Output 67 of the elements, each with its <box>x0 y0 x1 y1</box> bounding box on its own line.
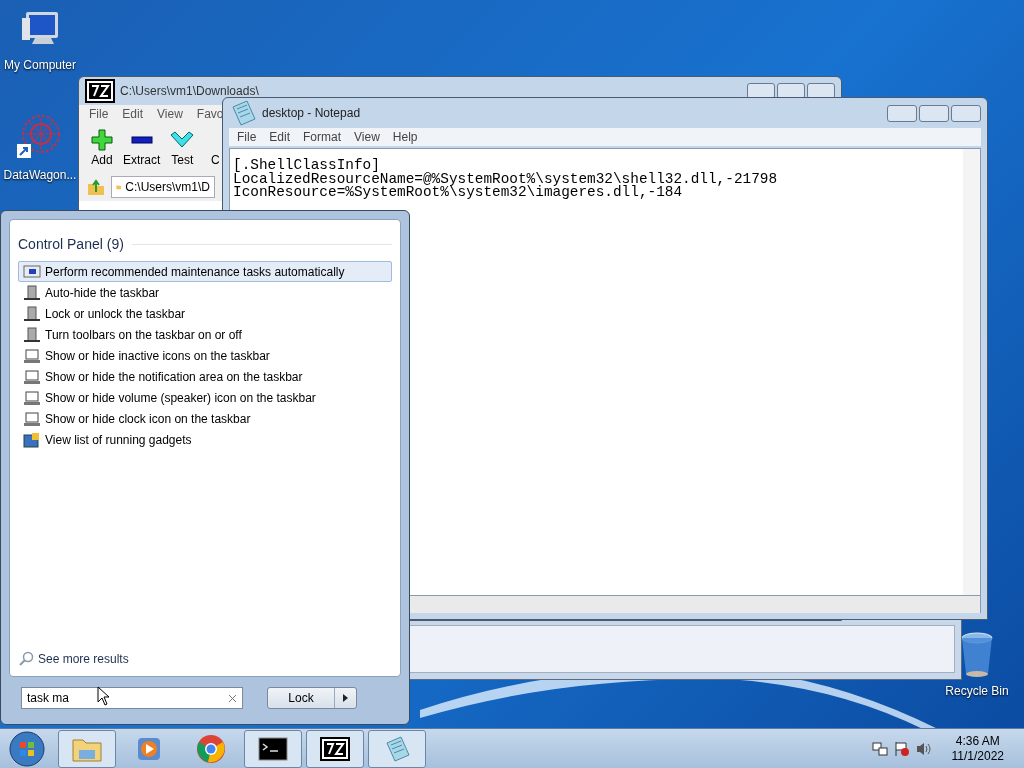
text-line: IconResource=%SystemRoot%\system32\imageres.dll,-184 <box>233 186 683 200</box>
terminal-icon <box>258 736 288 761</box>
search-result[interactable]: Show or hide the notification area on the taskbar <box>18 366 392 387</box>
window-title: C:\Users\vm1\Downloads\ <box>120 83 259 100</box>
vertical-scrollbar[interactable] <box>963 149 980 595</box>
browser-icon <box>196 733 226 764</box>
tower-icon <box>23 305 41 322</box>
search-result[interactable]: Turn toolbars on the taskbar on or off <box>18 324 392 345</box>
toolbar-button[interactable]: Extract <box>123 129 161 173</box>
taskbar-button[interactable] <box>306 729 364 768</box>
gadgets-icon <box>23 431 41 448</box>
clear-icon[interactable] <box>228 693 237 703</box>
clock-date[interactable]: 11/1/2022 <box>951 748 1004 764</box>
laptop-icon <box>23 368 41 385</box>
search-result[interactable]: Lock or unlock the taskbar <box>18 303 392 324</box>
speaker-icon[interactable] <box>915 740 932 757</box>
address-field[interactable]: C:\Users\vm1\D <box>111 176 215 198</box>
toolbar-button[interactable]: Add <box>91 129 113 173</box>
search-result[interactable]: Perform recommended maintenance tasks automatically <box>18 261 392 282</box>
search-result[interactable]: Show or hide volume (speaker) icon on the taskbar <box>18 387 392 408</box>
menu-item[interactable]: File <box>237 128 257 146</box>
see-more-link[interactable]: See more results <box>38 650 129 668</box>
desktop-icon-label[interactable]: My Computer <box>4 56 76 74</box>
search-icon <box>18 651 34 667</box>
tower-icon <box>23 284 41 301</box>
search-result[interactable]: Show or hide inactive icons on the taskbar <box>18 345 392 366</box>
toolbar-button[interactable]: C <box>204 129 227 173</box>
archive-icon <box>85 79 115 103</box>
menu-item[interactable]: Help <box>392 128 418 146</box>
close-button[interactable] <box>951 104 981 122</box>
search-result[interactable]: View list of running gadgets <box>18 429 392 450</box>
desktop-icon-label[interactable]: DataWagon... <box>3 166 77 184</box>
minimize-button[interactable] <box>887 104 917 122</box>
window-title: desktop - Notepad <box>262 105 361 122</box>
search-result[interactable]: Auto-hide the taskbar <box>18 282 392 303</box>
clock-time[interactable]: 4:36 AM <box>955 733 1000 749</box>
notepad-icon <box>229 99 257 127</box>
menu-item[interactable]: Format <box>303 128 342 146</box>
menu-item[interactable]: Edit <box>269 128 291 146</box>
mouse-pointer-icon <box>97 686 110 706</box>
menu-item[interactable]: File <box>89 105 109 123</box>
menu-item[interactable]: View <box>157 105 183 123</box>
network-icon[interactable] <box>871 740 888 757</box>
tower-icon <box>23 326 41 343</box>
text-line: LocalizedResourceName=@%SystemRoot%\system32\shell32.dll,-21798 <box>233 172 779 186</box>
laptop-icon <box>23 347 41 364</box>
recycle-bin-icon <box>960 632 994 678</box>
menu-item[interactable]: Edit <box>122 105 144 123</box>
menu-item[interactable]: View <box>354 128 380 146</box>
plus-icon <box>91 129 113 151</box>
laptop-icon <box>23 389 41 406</box>
desktop-icon-label[interactable]: Recycle Bin <box>945 682 1009 700</box>
notepad-icon <box>383 734 411 763</box>
flag-icon[interactable] <box>893 740 910 757</box>
toolbar-button[interactable]: Test <box>170 129 195 173</box>
taskbar-button[interactable] <box>244 729 302 768</box>
caret-icon <box>343 694 348 702</box>
archive-icon <box>320 736 350 761</box>
up-folder-icon[interactable] <box>87 178 105 196</box>
start-orb-icon <box>9 730 45 767</box>
search-field[interactable]: task ma <box>21 687 243 709</box>
group-heading: Control Panel (9) <box>18 235 124 254</box>
text-line: [.ShellClassInfo] <box>233 159 380 173</box>
maximize-button[interactable] <box>919 104 949 122</box>
search-result[interactable]: Show or hide clock icon on the taskbar <box>18 408 392 429</box>
laptop-icon <box>23 410 41 427</box>
play-icon <box>136 735 162 762</box>
